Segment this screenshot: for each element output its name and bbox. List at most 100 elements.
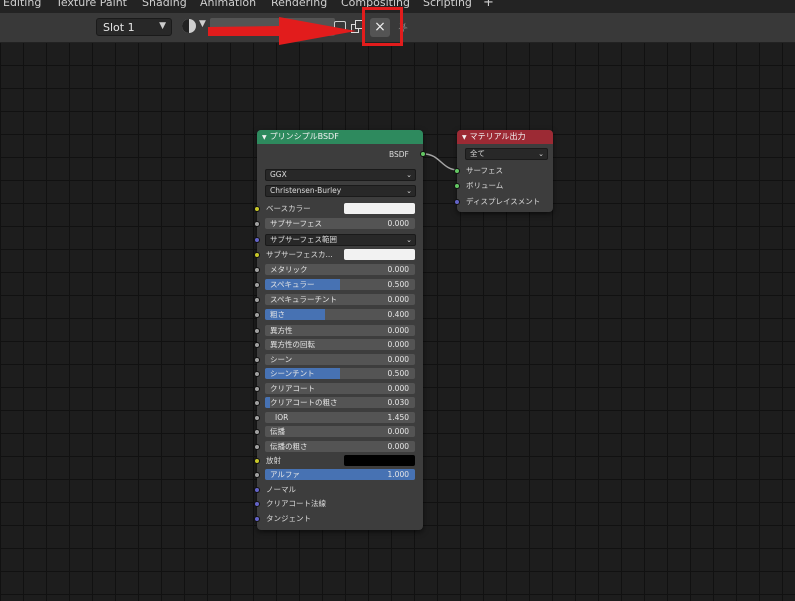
param-socket[interactable] bbox=[254, 386, 260, 392]
param-socket[interactable] bbox=[254, 342, 260, 348]
param-socket[interactable] bbox=[254, 282, 260, 288]
distribution-select[interactable]: GGX ⌄ bbox=[265, 169, 416, 181]
param-socket[interactable] bbox=[254, 400, 260, 406]
base-color-socket[interactable] bbox=[254, 206, 260, 212]
surface-socket[interactable] bbox=[454, 168, 460, 174]
param-slider-specular[interactable]: スペキュラー 0.500 bbox=[265, 279, 415, 290]
param-value: 0.000 bbox=[387, 295, 409, 304]
alpha-socket[interactable] bbox=[254, 472, 260, 478]
collapse-triangle-icon[interactable]: ▼ bbox=[262, 134, 267, 141]
subsurface-socket[interactable] bbox=[254, 221, 260, 227]
param-value: 0.000 bbox=[387, 265, 409, 274]
param-slider-anisotropic[interactable]: 異方性 0.000 bbox=[265, 325, 415, 336]
param-value: 0.500 bbox=[387, 280, 409, 289]
param-socket[interactable] bbox=[254, 415, 260, 421]
param-socket[interactable] bbox=[254, 429, 260, 435]
param-label: 伝播 bbox=[270, 427, 285, 436]
alpha-slider[interactable]: アルファ 1.000 bbox=[265, 469, 415, 480]
normal-socket[interactable] bbox=[254, 487, 260, 493]
tab-scripting[interactable]: Scripting bbox=[423, 0, 472, 9]
param-value: 0.000 bbox=[387, 427, 409, 436]
param-slider-specular-tint[interactable]: スペキュラーチント 0.000 bbox=[265, 294, 415, 305]
param-socket[interactable] bbox=[254, 444, 260, 450]
tangent-label: タンジェント bbox=[266, 514, 311, 523]
tab-animation[interactable]: Animation bbox=[200, 0, 256, 9]
bsdf-output-socket[interactable] bbox=[420, 151, 426, 157]
chevron-down-icon: ⌄ bbox=[538, 150, 544, 158]
param-slider-sheen-tint[interactable]: シーンチント 0.500 bbox=[265, 368, 415, 379]
param-value: 0.000 bbox=[387, 340, 409, 349]
param-slider-metallic[interactable]: メタリック 0.000 bbox=[265, 264, 415, 275]
subsurface-radius-select[interactable]: サブサーフェス範囲 ⌄ bbox=[265, 234, 416, 246]
alpha-value: 1.000 bbox=[387, 470, 409, 479]
chevron-down-icon: ⌄ bbox=[406, 187, 412, 195]
subsurface-method-select[interactable]: Christensen-Burley ⌄ bbox=[265, 185, 416, 197]
collapse-triangle-icon[interactable]: ▼ bbox=[462, 134, 467, 141]
tab-rendering[interactable]: Rendering bbox=[271, 0, 327, 9]
subsurface-slider[interactable]: サブサーフェス 0.000 bbox=[265, 218, 415, 229]
chevron-down-icon: ⌄ bbox=[406, 171, 412, 179]
distribution-value: GGX bbox=[270, 170, 287, 179]
chevron-down-icon: ▼ bbox=[159, 21, 166, 31]
world-shader-icon[interactable] bbox=[182, 19, 196, 33]
volume-socket[interactable] bbox=[454, 183, 460, 189]
tab-shading[interactable]: Shading bbox=[142, 0, 187, 9]
param-socket[interactable] bbox=[254, 357, 260, 363]
bsdf-node-header[interactable]: ▼ プリンシプルBSDF bbox=[257, 130, 423, 144]
param-socket[interactable] bbox=[254, 328, 260, 334]
param-socket[interactable] bbox=[254, 312, 260, 318]
chevron-down-icon[interactable]: ▼ bbox=[199, 19, 206, 29]
emission-socket[interactable] bbox=[254, 458, 260, 464]
subsurface-radius-socket[interactable] bbox=[254, 237, 260, 243]
param-slider-anisotropic-rotation[interactable]: 異方性の回転 0.000 bbox=[265, 339, 415, 350]
annotation-highlight-box bbox=[362, 7, 403, 46]
output-node-title: マテリアル出力 bbox=[469, 132, 526, 141]
subsurface-method-value: Christensen-Burley bbox=[270, 186, 342, 195]
param-slider-sheen[interactable]: シーン 0.000 bbox=[265, 354, 415, 365]
param-label: スペキュラー bbox=[270, 280, 315, 289]
clearcoat-normal-socket[interactable] bbox=[254, 501, 260, 507]
tab-texture-paint[interactable]: Texture Paint bbox=[56, 0, 127, 9]
param-value: 0.000 bbox=[387, 355, 409, 364]
subsurface-value: 0.000 bbox=[387, 219, 409, 228]
param-value: 0.400 bbox=[387, 310, 409, 319]
param-slider-clearcoat[interactable]: クリアコート 0.000 bbox=[265, 383, 415, 394]
slider-fill bbox=[265, 397, 270, 408]
material-slot-select[interactable]: Slot 1 ▼ bbox=[96, 18, 172, 36]
param-socket[interactable] bbox=[254, 371, 260, 377]
param-slider-roughness[interactable]: 粗さ 0.400 bbox=[265, 309, 415, 320]
bsdf-output-label: BSDF bbox=[389, 150, 409, 159]
annotation-arrow bbox=[208, 17, 356, 45]
param-label: クリアコートの粗さ bbox=[270, 398, 338, 407]
volume-label: ボリューム bbox=[466, 181, 504, 190]
param-label: 伝播の粗さ bbox=[270, 442, 308, 451]
add-workspace-button[interactable]: + bbox=[483, 0, 494, 10]
param-label: IOR bbox=[275, 413, 289, 422]
subsurface-color-label: サブサーフェスカ... bbox=[266, 250, 333, 259]
emission-label: 放射 bbox=[266, 456, 281, 465]
param-label: 粗さ bbox=[270, 310, 285, 319]
param-socket[interactable] bbox=[254, 267, 260, 273]
param-socket[interactable] bbox=[254, 297, 260, 303]
subsurface-color-swatch[interactable] bbox=[344, 249, 415, 260]
param-value: 0.500 bbox=[387, 369, 409, 378]
param-slider-clearcoat-roughness[interactable]: クリアコートの粗さ 0.030 bbox=[265, 397, 415, 408]
param-value: 0.000 bbox=[387, 326, 409, 335]
base-color-swatch[interactable] bbox=[344, 203, 415, 214]
param-label: 異方性 bbox=[270, 326, 293, 335]
emission-color-swatch[interactable] bbox=[344, 455, 415, 466]
displacement-socket[interactable] bbox=[454, 199, 460, 205]
param-label: シーン bbox=[270, 355, 293, 364]
param-value: 0.000 bbox=[387, 384, 409, 393]
output-target-select[interactable]: 全て ⌄ bbox=[465, 148, 548, 160]
output-node-header[interactable]: ▼ マテリアル出力 bbox=[457, 130, 553, 144]
tab-editing[interactable]: Editing bbox=[3, 0, 41, 9]
subsurface-color-socket[interactable] bbox=[254, 252, 260, 258]
param-label: 異方性の回転 bbox=[270, 340, 315, 349]
tangent-socket[interactable] bbox=[254, 516, 260, 522]
param-slider-ior[interactable]: IOR 1.450 bbox=[265, 412, 415, 423]
bsdf-node-title: プリンシプルBSDF bbox=[269, 132, 339, 141]
param-slider-transmission[interactable]: 伝播 0.000 bbox=[265, 426, 415, 437]
param-slider-transmission-roughness[interactable]: 伝播の粗さ 0.000 bbox=[265, 441, 415, 452]
output-target-value: 全て bbox=[470, 149, 485, 158]
